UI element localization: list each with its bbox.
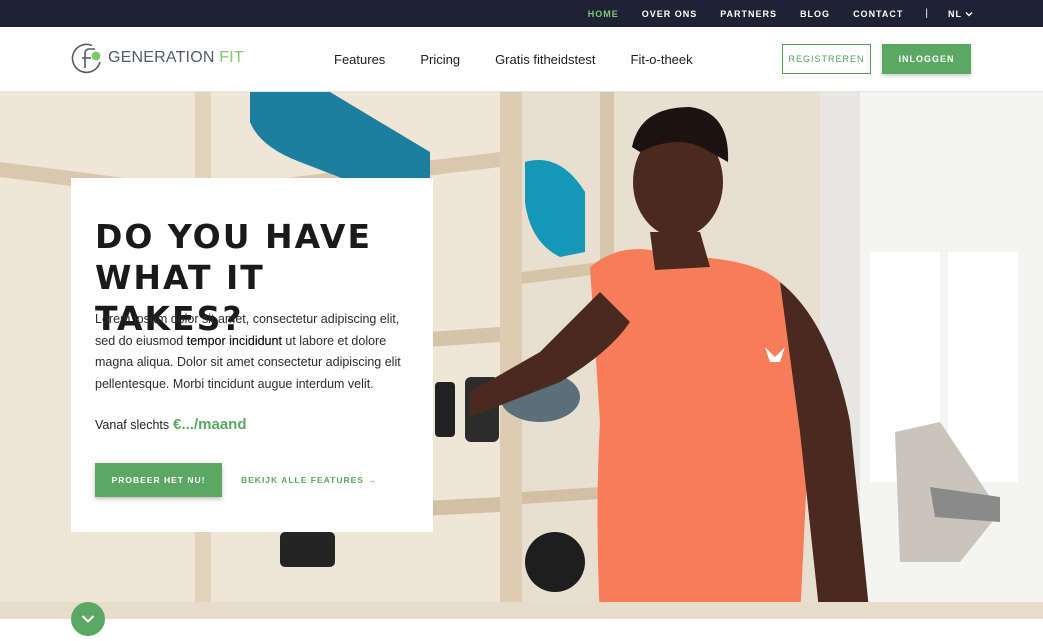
- top-nav-partners[interactable]: PARTNERS: [720, 9, 777, 19]
- main-nav: Features Pricing Gratis fitheidstest Fit…: [334, 27, 728, 91]
- try-now-button[interactable]: PROBEER HET NU!: [95, 463, 222, 497]
- price-amount: €.../maand: [173, 416, 247, 433]
- scroll-down-button[interactable]: [71, 602, 105, 636]
- generation-fit-logo-icon: [71, 43, 101, 74]
- top-nav-over-ons[interactable]: OVER ONS: [642, 9, 698, 19]
- register-button[interactable]: REGISTREREN: [782, 44, 871, 74]
- view-all-features-link[interactable]: BEKIJK ALLE FEATURES →: [241, 475, 377, 485]
- top-nav-home[interactable]: HOME: [588, 9, 619, 19]
- hero-description-emphasis: tempor incididunt: [186, 333, 282, 348]
- nav-fitness-test[interactable]: Gratis fitheidstest: [495, 52, 595, 67]
- language-selector[interactable]: NL: [948, 9, 973, 19]
- top-bar: HOME OVER ONS PARTNERS BLOG CONTACT | NL: [0, 0, 1043, 27]
- top-nav-contact[interactable]: CONTACT: [853, 9, 903, 19]
- nav-features[interactable]: Features: [334, 52, 385, 67]
- price-line: Vanaf slechts €.../maand: [95, 416, 246, 433]
- top-nav-blog[interactable]: BLOG: [800, 9, 830, 19]
- price-prefix: Vanaf slechts: [95, 418, 170, 432]
- language-label: NL: [948, 8, 962, 19]
- arrow-right-icon: →: [367, 475, 377, 485]
- hero-description: Lorem ipsum dolor sit amet, consectetur …: [95, 312, 401, 391]
- brand-logo[interactable]: GENERATION FIT: [70, 42, 244, 74]
- nav-pricing[interactable]: Pricing: [420, 52, 460, 67]
- top-nav-separator: |: [925, 8, 928, 19]
- brand-name: GENERATION FIT: [108, 49, 244, 66]
- top-nav: HOME OVER ONS PARTNERS BLOG CONTACT | NL: [565, 0, 973, 27]
- nav-fit-o-theek[interactable]: Fit-o-theek: [631, 52, 693, 67]
- hero-card: DO YOU HAVE WHAT IT TAKES? Lorem ipsum d…: [71, 178, 433, 532]
- chevron-down-icon: [81, 615, 95, 623]
- login-button[interactable]: INLOGGEN: [882, 44, 971, 74]
- chevron-down-icon: [965, 11, 973, 16]
- main-header: GENERATION FIT Features Pricing Gratis f…: [0, 27, 1043, 92]
